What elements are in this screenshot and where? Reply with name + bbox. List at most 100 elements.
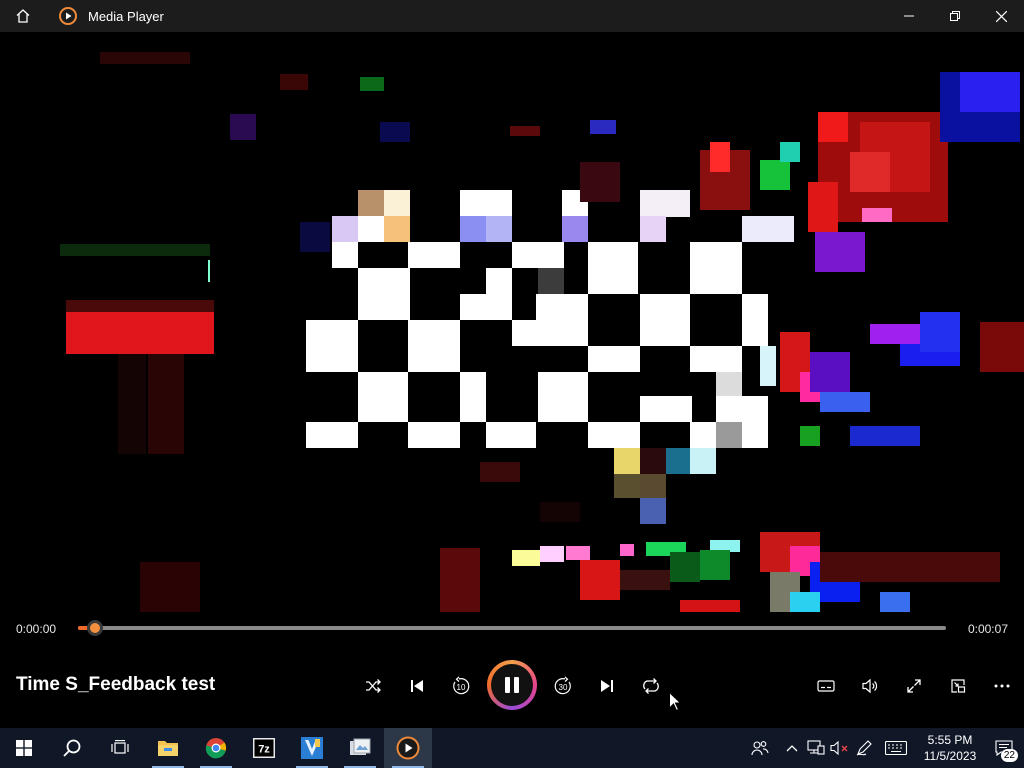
more-options-button[interactable] [984,668,1020,704]
video-frame-block [540,502,580,522]
fullscreen-button[interactable] [896,668,932,704]
taskbar-photos-app[interactable] [336,728,384,768]
seek-thumb[interactable] [87,620,104,636]
pause-icon [505,677,519,693]
video-frame-block [536,294,588,346]
video-frame-block [640,190,690,217]
home-button[interactable] [0,0,46,32]
close-button[interactable] [978,0,1024,32]
touch-keyboard-button[interactable] [876,728,916,768]
seek-bar[interactable] [78,620,946,636]
video-frame-block [716,372,742,396]
clock[interactable]: 5:55 PM 11/5/2023 [916,732,984,764]
close-icon [995,10,1007,22]
video-frame-block [480,462,520,482]
video-frame-block [780,142,800,162]
mouse-cursor-icon [669,692,681,711]
taskbar-chrome[interactable] [192,728,240,768]
video-frame-block [358,268,410,320]
repeat-button[interactable] [633,668,669,704]
video-frame-block [588,242,638,294]
video-frame-block [380,122,410,142]
taskbar-search-button[interactable] [48,728,96,768]
previous-icon [411,680,423,692]
video-surface[interactable] [0,32,1024,612]
keyboard-icon [885,741,907,755]
people-button[interactable] [740,728,780,768]
captions-icon [817,680,835,692]
shuffle-button[interactable] [355,668,391,704]
shuffle-icon [366,679,381,693]
taskbar-7zip[interactable]: 7z [240,728,288,768]
video-frame-block [640,216,666,242]
video-frame-block [306,422,358,448]
video-frame-block [566,546,590,560]
action-center-button[interactable]: 22 [984,728,1024,768]
video-frame-block [760,160,790,190]
pen-icon [856,740,872,756]
video-frame-block [850,426,920,446]
video-frame-block [306,320,358,372]
video-frame-block [486,422,536,448]
video-frame-block [710,142,730,172]
video-frame-block [408,242,460,268]
video-frame-block [742,294,768,346]
next-button[interactable] [589,668,625,704]
skip-forward-button[interactable]: 30 [545,668,581,704]
video-frame-block [808,182,838,232]
video-frame-block [140,562,200,612]
video-frame-block [800,426,820,446]
start-button[interactable] [0,728,48,768]
minimize-button[interactable] [886,0,932,32]
video-frame-block [358,190,384,216]
video-frame-block [100,52,190,64]
video-frame-block [460,216,486,242]
play-pause-button[interactable] [487,660,537,710]
restore-icon [950,11,960,21]
task-view-icon [111,740,129,754]
media-title: Time S_Feedback test [16,674,216,695]
video-frame-block [538,372,588,422]
video-frame-block [360,77,384,91]
repeat-icon [643,678,659,694]
video-frame-block [66,312,214,354]
video-frame-block [230,114,256,140]
video-frame-block [512,242,564,268]
task-view-button[interactable] [96,728,144,768]
mini-player-button[interactable] [940,668,976,704]
taskbar-file-explorer[interactable] [144,728,192,768]
chrome-icon [205,738,227,759]
captions-button[interactable] [808,668,844,704]
volume-button[interactable] [852,668,888,704]
video-frame-block [690,422,716,448]
video-frame-block [538,268,564,294]
video-frame-block [208,260,210,282]
home-icon [16,9,30,23]
taskbar-media-player[interactable] [384,728,432,768]
next-icon [601,680,613,692]
video-frame-block [920,312,960,352]
pen-workspace-button[interactable] [852,728,876,768]
minimize-icon [904,15,914,17]
notification-count-badge: 22 [1000,749,1018,762]
video-frame-block [510,126,540,136]
app-v-icon [301,737,323,759]
video-frame-block [862,208,892,222]
video-frame-block [640,294,690,346]
show-hidden-icons-button[interactable] [780,728,804,768]
video-frame-block [716,422,742,448]
video-frame-block [384,216,410,242]
video-frame-block [408,422,460,448]
video-frame-block [614,474,640,498]
previous-button[interactable] [399,668,435,704]
network-button[interactable] [804,728,828,768]
taskbar-app-v[interactable] [288,728,336,768]
clock-date: 11/5/2023 [923,749,977,763]
skip-forward-30-icon: 30 [554,676,571,695]
video-frame-block [810,352,850,392]
video-frame-block [850,152,890,192]
video-frame-block [820,392,870,412]
restore-button[interactable] [932,0,978,32]
volume-tray-button[interactable] [828,728,852,768]
skip-back-button[interactable]: 10 [443,668,479,704]
